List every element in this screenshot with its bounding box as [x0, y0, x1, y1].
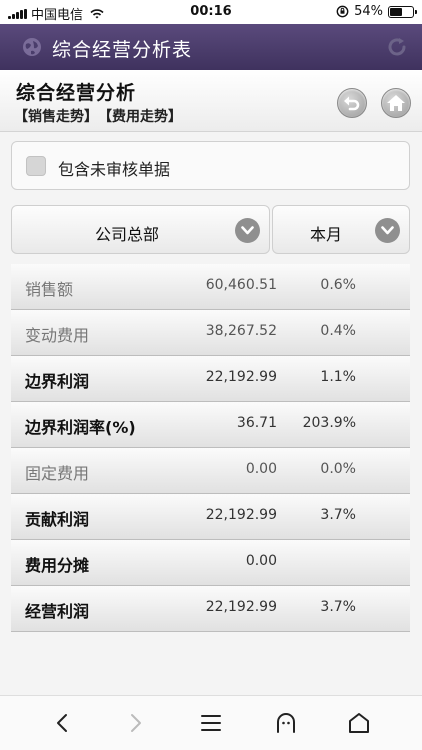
row-percent: 203.9% [302, 415, 356, 431]
row-label: 销售额 [25, 280, 74, 299]
battery-icon [388, 5, 417, 18]
row-percent: 3.7% [320, 507, 356, 523]
row-percent: 3.7% [320, 599, 356, 615]
menu-icon[interactable] [198, 710, 224, 736]
row-amount: 22,192.99 [205, 369, 277, 385]
row-label: 边界利润 [25, 372, 90, 391]
undo-icon [344, 96, 360, 111]
report-table: 销售额 60,460.51 0.6% 变动费用 38,267.52 0.4% 边… [11, 264, 410, 632]
page-title: 综合经营分析表 [52, 39, 193, 61]
row-percent: 0.6% [320, 277, 356, 293]
table-row[interactable]: 固定费用 0.00 0.0% [11, 448, 410, 494]
status-bar: 中国电信 00:16 54% [0, 0, 422, 24]
row-amount: 0.00 [245, 553, 277, 569]
row-label: 固定费用 [25, 464, 90, 483]
app-navbar: 综合经营分析表 [0, 24, 422, 70]
company-select[interactable]: 公司总部 [11, 205, 270, 254]
globe-icon[interactable] [22, 37, 42, 57]
home-button[interactable] [381, 88, 411, 118]
include-unapproved-row[interactable]: 包含未审核单据 [11, 141, 410, 190]
table-row[interactable]: 销售额 60,460.51 0.6% [11, 264, 410, 310]
table-row[interactable]: 边界利润 22,192.99 1.1% [11, 356, 410, 402]
row-amount: 22,192.99 [205, 507, 277, 523]
chevron-down-icon [235, 218, 260, 243]
row-label: 费用分摊 [25, 556, 90, 575]
back-arrow-icon[interactable] [49, 710, 75, 736]
battery-fill [390, 7, 402, 16]
back-button[interactable] [337, 88, 367, 118]
table-row[interactable]: 边界利润率(%) 36.71 203.9% [11, 402, 410, 448]
home-outline-icon[interactable] [346, 710, 372, 736]
forward-arrow-icon[interactable] [123, 710, 149, 736]
row-amount: 0.00 [245, 461, 277, 477]
status-right: 54% [336, 4, 417, 19]
row-label: 变动费用 [25, 326, 90, 345]
row-percent: 0.4% [320, 323, 356, 339]
include-unapproved-label[interactable]: 包含未审核单据 [58, 156, 170, 180]
expense-trend-link[interactable]: 【费用走势】 [98, 106, 182, 126]
rotation-lock-icon [336, 5, 349, 18]
include-unapproved-checkbox[interactable] [26, 156, 46, 176]
refresh-icon[interactable] [386, 36, 408, 58]
period-select-value: 本月 [309, 225, 342, 244]
browser-toolbar [0, 695, 422, 750]
table-row[interactable]: 费用分摊 0.00 [11, 540, 410, 586]
row-percent: 1.1% [320, 369, 356, 385]
row-amount: 36.71 [236, 415, 277, 431]
row-amount: 22,192.99 [205, 599, 277, 615]
home-icon [387, 95, 405, 111]
table-row[interactable]: 经营利润 22,192.99 3.7% [11, 586, 410, 632]
row-amount: 60,460.51 [205, 277, 277, 293]
report-header: 综合经营分析 【销售走势】 【费用走势】 [0, 70, 422, 132]
table-row[interactable]: 贡献利润 22,192.99 3.7% [11, 494, 410, 540]
period-select[interactable]: 本月 [272, 205, 410, 254]
row-label: 经营利润 [25, 602, 90, 621]
ghost-tab-icon[interactable] [273, 710, 299, 736]
trend-links: 【销售走势】 【费用走势】 [14, 106, 182, 126]
company-select-value: 公司总部 [94, 225, 159, 244]
table-row[interactable]: 变动费用 38,267.52 0.4% [11, 310, 410, 356]
battery-percent: 54% [354, 4, 383, 19]
row-percent: 0.0% [320, 461, 356, 477]
report-title: 综合经营分析 [16, 82, 137, 104]
row-amount: 38,267.52 [205, 323, 277, 339]
row-label: 边界利润率(%) [25, 418, 136, 437]
row-label: 贡献利润 [25, 510, 90, 529]
chevron-down-icon [375, 218, 400, 243]
sales-trend-link[interactable]: 【销售走势】 [14, 106, 98, 126]
